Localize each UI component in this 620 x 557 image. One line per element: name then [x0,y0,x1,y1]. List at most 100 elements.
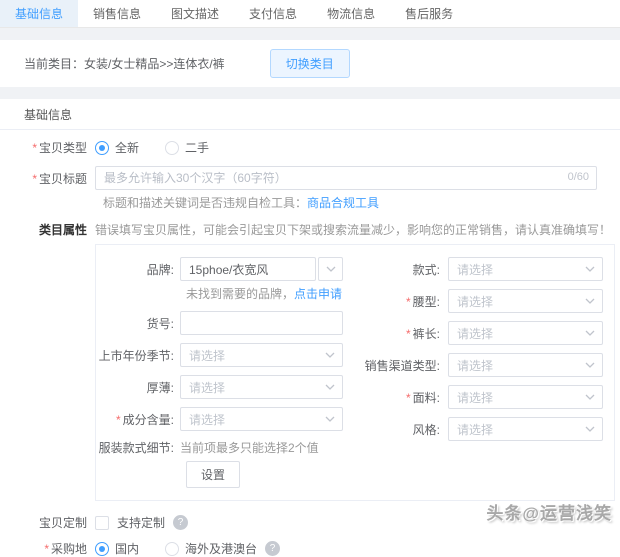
required-asterisk: * [32,172,37,186]
radio-option-new[interactable]: 全新 [95,139,139,156]
launch-season-row: 上市年份季节: 请选择 [96,343,348,367]
thickness-select[interactable]: 请选择 [180,375,343,399]
style-detail-setting-button[interactable]: 设置 [186,461,240,488]
required-asterisk: * [406,391,411,405]
purchase-place-row: *采购地 国内 海外及港澳台 ? [0,540,620,557]
chevron-down-icon [585,264,595,274]
item-type-label: *宝贝类型 [0,139,95,156]
chevron-down-icon [325,382,335,392]
attrs-right-column: 款式: 请选择 *腰型: 请选择 *裤长: 请选择 [348,257,614,488]
tab-basic-info[interactable]: 基础信息 [0,0,78,27]
composition-label: *成分含量: [96,411,180,428]
waist-type-row: *腰型: 请选择 [348,289,614,313]
sales-channel-label: 销售渠道类型: [348,357,448,374]
current-category-text: 当前类目：女装/女士精品>>连体衣/裤 [24,55,225,72]
brand-dropdown-trigger[interactable] [318,257,343,281]
brand-select[interactable]: 15phoe/衣宽风 [180,257,316,281]
select-placeholder: 请选择 [457,261,493,278]
required-asterisk: * [32,141,37,155]
chevron-down-icon [585,424,595,434]
brand-value: 15phoe/衣宽风 [189,261,268,278]
composition-row: *成分含量: 请选择 [96,407,348,431]
genre-row: 风格: 请选择 [348,417,614,441]
thickness-row: 厚薄: 请选择 [96,375,348,399]
fabric-label: *面料: [348,389,448,406]
support-custom-label: 支持定制 [117,514,165,531]
radio-label: 海外及港澳台 [185,540,257,557]
item-number-input[interactable] [180,311,343,335]
pants-length-row: *裤长: 请选择 [348,321,614,345]
item-title-label: *宝贝标题 [0,170,95,187]
current-category-bar: 当前类目：女装/女士精品>>连体衣/裤 切换类目 [0,40,620,87]
brand-label: 品牌: [96,261,180,278]
item-number-row: 货号: [96,311,348,335]
style-select[interactable]: 请选择 [448,257,603,281]
pants-length-label: *裤长: [348,325,448,342]
chevron-down-icon [585,328,595,338]
required-asterisk: * [406,295,411,309]
category-attrs-box: 品牌: 15phoe/衣宽风 未找到需要的品牌，点击申请 货号: 上市年份季节: [95,244,615,501]
section-title: 基础信息 [0,99,620,130]
radio-label: 全新 [115,139,139,156]
chevron-down-icon [585,392,595,402]
chevron-down-icon [585,296,595,306]
radio-option-overseas[interactable]: 海外及港澳台 [165,540,257,557]
top-tab-bar: 基础信息 销售信息 图文描述 支付信息 物流信息 售后服务 [0,0,620,28]
apply-brand-link[interactable]: 点击申请 [294,287,342,301]
tab-label: 物流信息 [327,5,375,22]
radio-option-secondhand[interactable]: 二手 [165,139,209,156]
waist-type-label: *腰型: [348,293,448,310]
brand-row: 品牌: 15phoe/衣宽风 [96,257,348,281]
chevron-down-icon [585,360,595,370]
tab-payment-info[interactable]: 支付信息 [234,0,312,27]
support-custom-checkbox[interactable] [95,516,109,530]
chevron-down-icon [325,350,335,360]
required-asterisk: * [44,542,49,556]
sales-channel-select[interactable]: 请选择 [448,353,603,377]
select-placeholder: 请选择 [189,411,225,428]
item-number-label: 货号: [96,315,180,332]
style-detail-label: 服装款式细节: [96,439,180,456]
switch-category-button[interactable]: 切换类目 [270,49,350,78]
radio-icon [95,542,109,556]
tab-sales-info[interactable]: 销售信息 [78,0,156,27]
required-asterisk: * [116,413,121,427]
waist-type-select[interactable]: 请选择 [448,289,603,313]
launch-season-select[interactable]: 请选择 [180,343,343,367]
basic-info-card: 基础信息 *宝贝类型 全新 二手 *宝贝标题 0/60 标题和描述关 [0,99,620,557]
select-placeholder: 请选择 [457,421,493,438]
fabric-row: *面料: 请选择 [348,385,614,409]
tab-after-sales[interactable]: 售后服务 [390,0,468,27]
genre-label: 风格: [348,421,448,438]
category-attrs-label: 类目属性 [0,221,95,238]
composition-select[interactable]: 请选择 [180,407,343,431]
item-title-input[interactable] [95,166,597,190]
customization-label: 宝贝定制 [0,514,95,531]
tab-logistics-info[interactable]: 物流信息 [312,0,390,27]
select-placeholder: 请选择 [189,347,225,364]
select-placeholder: 请选择 [457,325,493,342]
launch-season-label: 上市年份季节: [96,347,180,364]
brand-select-wrap: 15phoe/衣宽风 [180,257,343,281]
char-counter: 0/60 [568,171,589,183]
category-attrs-header: 类目属性 错误填写宝贝属性，可能会引起宝贝下架或搜索流量减少，影响您的正常销售，… [0,221,620,238]
item-title-block: *宝贝标题 0/60 标题和描述关键词是否违规自检工具：商品合规工具 [0,166,620,211]
style-detail-note: 当前项最多只能选择2个值 [180,439,319,456]
help-icon[interactable]: ? [173,515,188,530]
compliance-tool-link[interactable]: 商品合规工具 [307,196,379,210]
genre-select[interactable]: 请选择 [448,417,603,441]
tab-description[interactable]: 图文描述 [156,0,234,27]
style-label: 款式: [348,261,448,278]
tab-label: 支付信息 [249,5,297,22]
radio-icon [165,141,179,155]
tab-label: 销售信息 [93,5,141,22]
radio-label: 国内 [115,540,139,557]
sales-channel-row: 销售渠道类型: 请选择 [348,353,614,377]
pants-length-select[interactable]: 请选择 [448,321,603,345]
fabric-select[interactable]: 请选择 [448,385,603,409]
attrs-left-column: 品牌: 15phoe/衣宽风 未找到需要的品牌，点击申请 货号: 上市年份季节: [96,257,348,488]
divider-strip [0,28,620,40]
help-icon[interactable]: ? [265,541,280,556]
radio-option-domestic[interactable]: 国内 [95,540,139,557]
select-placeholder: 请选择 [457,293,493,310]
